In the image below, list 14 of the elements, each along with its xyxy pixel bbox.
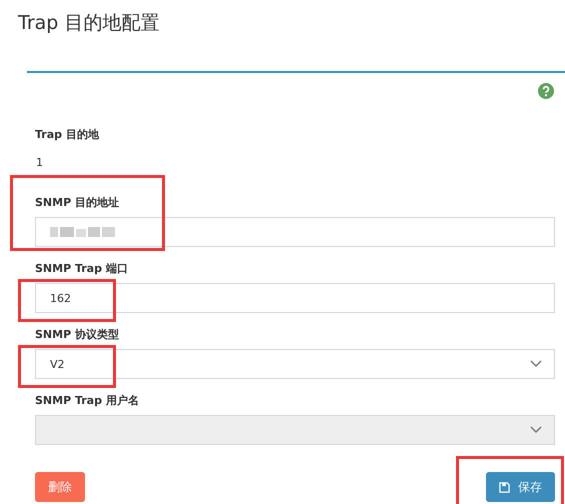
help-icon[interactable]: [538, 83, 554, 99]
field-value: 1: [36, 156, 44, 169]
field-label: SNMP 目的地址: [35, 195, 120, 210]
input-field[interactable]: 162: [35, 283, 555, 313]
page-title: Trap 目的地配置: [17, 11, 160, 36]
chevron-down-icon: [530, 360, 542, 368]
save-button[interactable]: 保存: [486, 472, 555, 502]
field-label: SNMP Trap 用户名: [35, 393, 140, 408]
chevron-down-icon: [530, 426, 542, 434]
input-field[interactable]: [35, 217, 555, 247]
field-label: SNMP 协议类型: [35, 327, 120, 342]
field-label: SNMP Trap 端口: [35, 261, 129, 276]
field-label: Trap 目的地: [35, 127, 100, 142]
select-field[interactable]: V2: [35, 349, 555, 379]
